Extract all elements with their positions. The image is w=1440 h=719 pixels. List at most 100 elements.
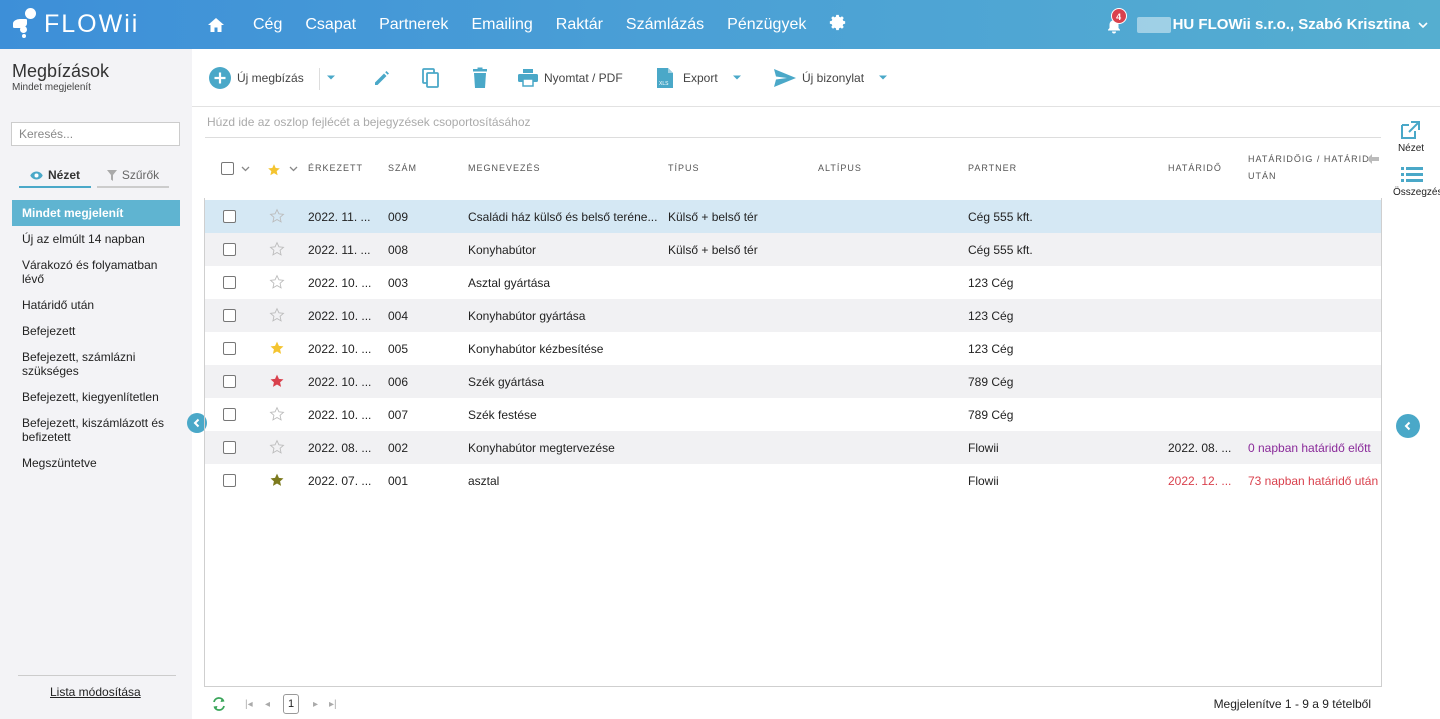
next-page-icon[interactable]: ▸ [313,699,318,710]
prev-page-icon[interactable]: ◂ [265,699,270,710]
view-filter-tabs: Nézet Szűrők [19,164,169,188]
table-row[interactable]: 2022. 08. ... 002 Konyhabútor megtervezé… [205,431,1381,464]
new-document-button[interactable]: Új bizonylat [774,66,888,90]
list-modify-link[interactable]: Lista módosítása [50,685,141,699]
row-checkbox[interactable] [223,342,236,355]
table-row[interactable]: 2022. 11. ... 008 Konyhabútor Külső + be… [205,233,1381,266]
last-page-icon[interactable]: ▸| [329,699,337,710]
chevron-down-icon[interactable] [241,166,250,172]
caret-down-icon [732,75,741,80]
notification-bell-icon[interactable]: 4 [1105,7,1127,34]
row-checkbox[interactable] [223,309,236,322]
nav-csapat[interactable]: Csapat [305,16,356,34]
chevron-down-icon[interactable] [1418,20,1428,30]
column-header-number[interactable]: Szám [388,163,417,173]
table-row[interactable]: 2022. 10. ... 005 Konyhabútor kézbesítés… [205,332,1381,365]
cell-name: Szék gyártása [468,375,545,389]
rail-summary-button[interactable]: Összegzés [1387,166,1440,198]
row-checkbox[interactable] [223,276,236,289]
cell-name: Asztal gyártása [468,276,551,290]
rail-view-button[interactable]: Nézet [1387,120,1435,154]
select-all-checkbox[interactable] [221,162,234,175]
star-empty-icon[interactable] [269,241,285,257]
left-sidebar: Megbízások Mindet megjelenít Nézet Szűrő… [0,49,192,719]
star-red-icon[interactable] [269,373,285,389]
star-empty-icon[interactable] [269,208,285,224]
view-item-cancelled[interactable]: Megszüntetve [12,450,180,476]
row-checkbox[interactable] [223,210,236,223]
tab-view[interactable]: Nézet [19,164,91,188]
star-empty-icon[interactable] [269,406,285,422]
view-item-completed-to-invoice[interactable]: Befejezett, számlázni szükséges [12,344,180,384]
view-item-all[interactable]: Mindet megjelenít [12,200,180,226]
search-input[interactable] [11,122,180,146]
logo-text: FLOWii [44,9,140,38]
column-header-subtype[interactable]: Altípus [818,163,862,173]
flowii-logo[interactable]: FLOWii [12,6,139,42]
row-checkbox[interactable] [223,243,236,256]
column-header-until-after[interactable]: Határidőig / határidő [1248,154,1370,164]
print-pdf-button[interactable]: Nyomtat / PDF [518,66,623,90]
edit-button[interactable] [372,66,392,90]
column-header-partner[interactable]: Partner [968,163,1017,173]
star-olive-icon[interactable] [269,472,285,488]
nav-szamlazas[interactable]: Számlázás [626,16,704,34]
star-empty-icon[interactable] [269,307,285,323]
view-item-completed-invoiced-paid[interactable]: Befejezett, kiszámlázott és befizetett [12,410,180,450]
new-order-label: Új megbízás [237,71,304,85]
table-row[interactable]: 2022. 10. ... 006 Szék gyártása 789 Cég [205,365,1381,398]
view-item-waiting-in-progress[interactable]: Várakozó és folyamatban lévő [12,252,180,292]
blurred-avatar [1136,16,1171,33]
cell-name: Konyhabútor kézbesítése [468,342,604,356]
column-header-type[interactable]: Típus [668,163,700,173]
row-checkbox[interactable] [223,474,236,487]
new-order-dropdown-button[interactable] [326,66,336,90]
table-row[interactable]: 2022. 10. ... 007 Szék festése 789 Cég [205,398,1381,431]
cell-deadline: 2022. 12. ... [1168,474,1232,488]
view-item-new-14-days[interactable]: Új az elmúlt 14 napban [12,226,180,252]
row-checkbox[interactable] [223,408,236,421]
cell-received: 2022. 10. ... [308,309,372,323]
table-row[interactable]: 2022. 10. ... 003 Asztal gyártása 123 Cé… [205,266,1381,299]
new-order-button[interactable]: Új megbízás [209,66,304,90]
column-header-deadline[interactable]: Határidő [1168,163,1222,173]
table-row[interactable]: 2022. 07. ... 001 asztal Flowii 2022. 12… [205,464,1381,497]
star-empty-icon[interactable] [269,274,285,290]
nav-raktar[interactable]: Raktár [556,16,603,34]
scroll-columns-left-icon[interactable] [1367,154,1379,164]
table-row[interactable]: 2022. 10. ... 004 Konyhabútor gyártása 1… [205,299,1381,332]
current-page[interactable]: 1 [283,694,299,714]
export-button[interactable]: XLS Export [657,66,742,90]
settings-gear-icon[interactable] [829,14,846,36]
row-checkbox[interactable] [223,441,236,454]
pager: |◂ ◂ 1 ▸ ▸| Megjelenítve 1 - 9 a 9 tétel… [205,693,1381,715]
cell-type: Külső + belső tér [668,243,758,257]
nav-ceg[interactable]: Cég [253,16,282,34]
first-page-icon[interactable]: |◂ [245,699,253,710]
group-by-drop-zone[interactable]: Húzd ide az oszlop fejlécét a bejegyzése… [207,115,531,129]
nav-emailing[interactable]: Emailing [471,16,532,34]
chevron-down-icon[interactable] [289,166,298,172]
view-item-overdue[interactable]: Határidő után [12,292,180,318]
copy-button[interactable] [421,66,441,90]
nav-partnerek[interactable]: Partnerek [379,16,448,34]
view-item-completed-unpaid[interactable]: Befejezett, kiegyenlítetlen [12,384,180,410]
delete-button[interactable] [471,66,489,90]
star-empty-icon[interactable] [269,439,285,455]
cell-deadline: 2022. 08. ... [1168,441,1232,455]
row-checkbox[interactable] [223,375,236,388]
star-yellow-icon[interactable] [269,340,285,356]
table-row[interactable]: 2022. 11. ... 009 Családi ház külső és b… [205,200,1381,233]
column-header-received[interactable]: Érkezett [308,163,363,173]
company-user-menu[interactable]: HU FLOWii s.r.o., Szabó Krisztina [1173,16,1410,33]
top-navigation-bar: FLOWii Cég Csapat Partnerek Emailing Rak… [0,0,1440,49]
favorite-star-filter-icon[interactable] [267,163,281,177]
home-icon[interactable] [205,14,227,36]
column-header-name[interactable]: Megnevezés [468,163,541,173]
view-item-completed[interactable]: Befejezett [12,318,180,344]
nav-penzugyek[interactable]: Pénzügyek [727,16,806,34]
refresh-icon[interactable] [211,697,227,711]
tab-filters[interactable]: Szűrők [97,164,169,188]
collapse-right-panel-button[interactable] [1396,414,1420,438]
cell-name: Családi ház külső és belső teréne... [468,210,658,224]
